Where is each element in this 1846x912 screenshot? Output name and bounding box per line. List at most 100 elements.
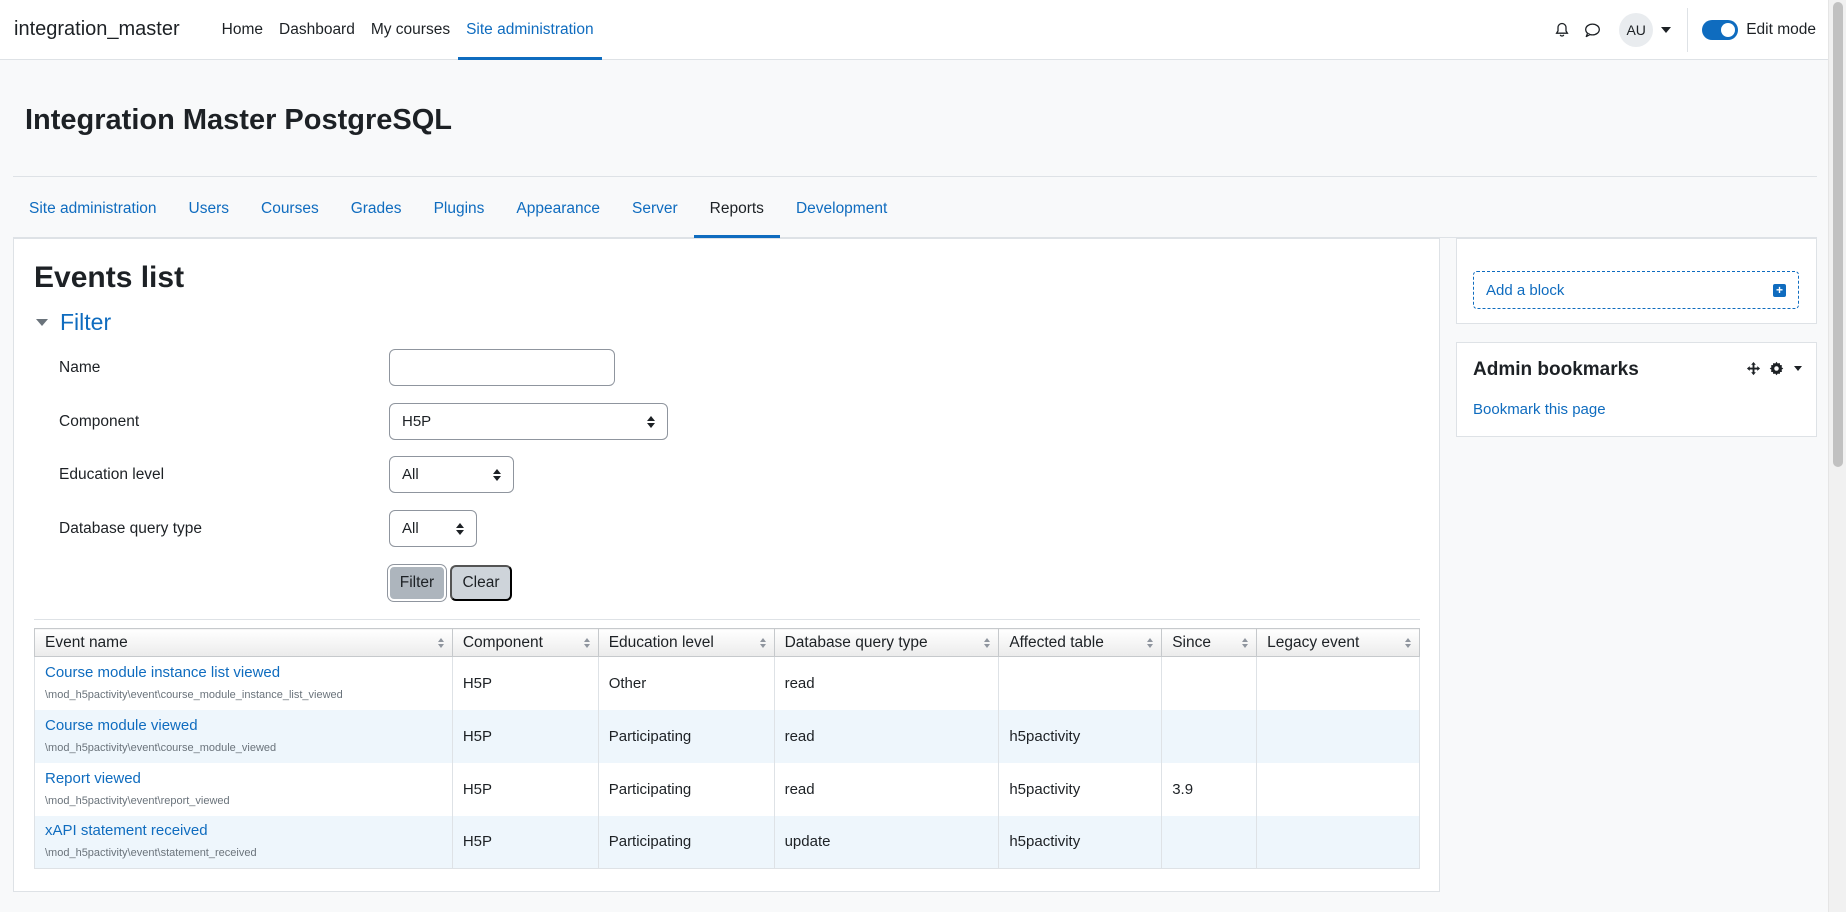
affected-table-cell: h5pactivity [998, 762, 1163, 816]
collapse-caret-icon [36, 319, 48, 326]
crud-cell: read [773, 709, 1000, 763]
col-event-name[interactable]: Event name [34, 628, 453, 657]
bookmark-this-page-link[interactable]: Bookmark this page [1473, 401, 1606, 418]
legacy-cell [1256, 815, 1420, 869]
component-select[interactable]: H5P [389, 403, 668, 440]
messages-button[interactable] [1577, 15, 1607, 45]
table-row: xAPI statement received \mod_h5pactivity… [34, 815, 1420, 869]
col-database-query-type[interactable]: Database query type [773, 628, 1000, 657]
select-arrows-icon [493, 468, 501, 481]
sort-icon [1405, 638, 1411, 648]
edulevel-row: Education level All [59, 456, 514, 493]
clear-button[interactable]: Clear [450, 565, 512, 601]
nav-dashboard[interactable]: Dashboard [271, 0, 363, 59]
tab-appearance[interactable]: Appearance [500, 180, 616, 237]
since-cell [1161, 709, 1258, 763]
name-label: Name [59, 358, 101, 376]
sort-icon [1242, 638, 1249, 648]
add-block-button[interactable]: Add a block + [1473, 271, 1799, 309]
select-arrows-icon [456, 522, 464, 535]
primary-navigation: Home Dashboard My courses Site administr… [214, 0, 602, 60]
tab-courses[interactable]: Courses [245, 180, 335, 237]
admin-bookmarks-title: Admin bookmarks [1473, 359, 1639, 380]
plus-square-icon: + [1773, 283, 1786, 297]
page-scrollbar[interactable] [1828, 0, 1846, 912]
component-label: Component [59, 412, 140, 430]
chat-icon [1584, 22, 1600, 37]
navbar-divider [1687, 7, 1689, 52]
col-since[interactable]: Since [1161, 628, 1258, 657]
name-row: Name [59, 349, 615, 386]
edulevel-cell: Participating [597, 709, 775, 763]
sort-icon [1147, 638, 1154, 648]
bell-icon [1555, 22, 1569, 37]
sort-icon [759, 638, 766, 648]
component-select-value: H5P [402, 413, 432, 430]
crud-select[interactable]: All [389, 510, 477, 547]
select-arrows-icon [647, 415, 655, 428]
col-education-level[interactable]: Education level [597, 628, 775, 657]
chevron-down-icon[interactable] [1794, 366, 1802, 371]
tab-plugins[interactable]: Plugins [418, 180, 501, 237]
navbar-user-area: AU Edit mode [1547, 0, 1828, 59]
add-block-label: Add a block [1486, 281, 1565, 299]
filter-actions: Filter Clear [388, 565, 512, 601]
event-link[interactable]: Course module instance list viewed [45, 664, 442, 681]
tab-site-administration[interactable]: Site administration [13, 180, 173, 237]
move-icon[interactable] [1746, 361, 1761, 376]
gear-icon[interactable] [1769, 361, 1784, 376]
filter-button[interactable]: Filter [388, 565, 446, 601]
affected-table-cell [998, 656, 1163, 710]
since-cell: 3.9 [1161, 762, 1258, 816]
edulevel-cell: Other [597, 656, 775, 710]
event-class: \mod_h5pactivity\event\course_module_ins… [45, 688, 343, 701]
scrollbar-thumb[interactable] [1833, 2, 1843, 467]
chevron-down-icon[interactable] [1661, 26, 1672, 33]
page-title: Integration Master PostgreSQL [25, 104, 453, 136]
secondary-navigation: Site administration Users Courses Grades… [13, 180, 1817, 238]
tab-server[interactable]: Server [616, 180, 694, 237]
name-input[interactable] [389, 349, 615, 386]
sort-icon [984, 638, 991, 648]
since-cell [1161, 815, 1258, 869]
edulevel-label: Education level [59, 465, 165, 483]
event-link[interactable]: Course module viewed [45, 717, 442, 734]
col-component[interactable]: Component [451, 628, 599, 657]
add-block-card: Add a block + [1456, 238, 1817, 324]
affected-table-cell: h5pactivity [998, 709, 1163, 763]
crud-cell: read [773, 762, 1000, 816]
events-table: Event name Component Education level Dat… [34, 628, 1420, 869]
col-legacy-event[interactable]: Legacy event [1256, 628, 1420, 657]
col-affected-table[interactable]: Affected table [998, 628, 1163, 657]
component-cell: H5P [451, 709, 599, 763]
user-avatar[interactable]: AU [1619, 12, 1654, 47]
site-brand[interactable]: integration_master [0, 0, 194, 59]
edulevel-cell: Participating [597, 762, 775, 816]
filter-toggle[interactable]: Filter [34, 309, 111, 336]
top-navbar: integration_master Home Dashboard My cou… [0, 0, 1828, 60]
tab-users[interactable]: Users [173, 180, 245, 237]
tab-grades[interactable]: Grades [335, 180, 418, 237]
edit-mode-toggle[interactable] [1702, 19, 1739, 40]
edulevel-select-value: All [402, 466, 419, 483]
header-divider [13, 176, 1817, 177]
table-row: Course module instance list viewed \mod_… [34, 656, 1420, 710]
nav-site-administration[interactable]: Site administration [458, 0, 602, 60]
event-link[interactable]: Report viewed [45, 770, 442, 787]
notifications-button[interactable] [1547, 15, 1577, 45]
crud-select-value: All [402, 520, 419, 537]
component-cell: H5P [451, 762, 599, 816]
crud-row: Database query type All [59, 510, 477, 547]
nav-home[interactable]: Home [214, 0, 271, 59]
nav-my-courses[interactable]: My courses [363, 0, 458, 59]
tab-development[interactable]: Development [780, 180, 903, 237]
table-row: Report viewed \mod_h5pactivity\event\rep… [34, 762, 1420, 816]
event-name-cell: xAPI statement received \mod_h5pactivity… [34, 815, 453, 869]
event-link[interactable]: xAPI statement received [45, 822, 442, 839]
edulevel-select[interactable]: All [389, 456, 514, 493]
sort-icon [437, 638, 444, 648]
tab-reports[interactable]: Reports [693, 180, 781, 238]
edit-mode-label: Edit mode [1746, 20, 1816, 38]
event-class: \mod_h5pactivity\event\course_module_vie… [45, 741, 277, 754]
form-divider [34, 619, 1420, 620]
